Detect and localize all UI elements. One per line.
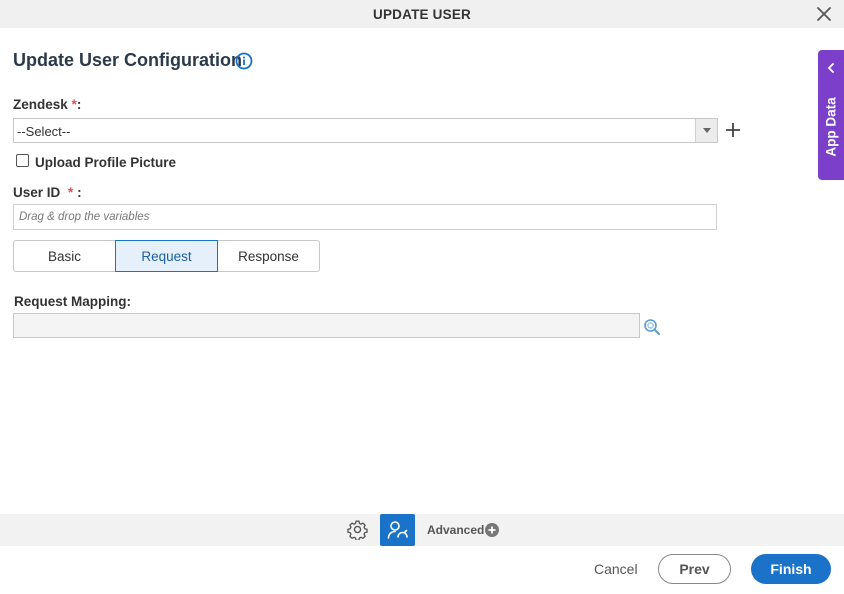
user-settings-button[interactable] [380, 514, 415, 546]
zendesk-label-text: Zendesk [13, 97, 68, 112]
user-id-label-text: User ID [13, 185, 61, 200]
chevron-down-icon[interactable] [695, 119, 717, 142]
request-mapping-field[interactable] [13, 313, 640, 338]
add-connection-plus-icon[interactable] [724, 121, 742, 139]
search-mapping-icon[interactable] [643, 318, 661, 336]
app-data-panel-tab[interactable]: App Data [818, 50, 844, 180]
bottom-toolbar [0, 514, 844, 546]
advanced-toggle[interactable]: Advanced [427, 523, 484, 537]
chevron-left-icon [827, 63, 834, 73]
tab-basic[interactable]: Basic [13, 240, 116, 272]
tab-bar: Basic Request Response [13, 240, 320, 272]
prev-button[interactable]: Prev [658, 554, 731, 584]
gear-icon[interactable] [347, 519, 368, 540]
close-icon[interactable] [816, 6, 832, 22]
info-icon[interactable] [235, 52, 253, 70]
label-colon: : [73, 185, 82, 200]
finish-button[interactable]: Finish [751, 554, 831, 584]
dialog-title-bar: UPDATE USER [0, 0, 844, 28]
cancel-button[interactable]: Cancel [594, 561, 638, 577]
request-mapping-label: Request Mapping: [14, 294, 131, 309]
tab-request[interactable]: Request [115, 240, 218, 272]
user-edit-icon [387, 521, 408, 539]
page-title: Update User Configuration [13, 50, 243, 70]
upload-profile-picture-checkbox[interactable] [16, 154, 29, 167]
zendesk-label: Zendesk *: [13, 97, 81, 112]
user-id-placeholder: Drag & drop the variables [19, 211, 150, 223]
user-id-label: User ID * : [13, 185, 82, 200]
user-id-input[interactable]: Drag & drop the variables [13, 204, 717, 230]
app-data-label: App Data [823, 97, 839, 157]
tab-response[interactable]: Response [217, 240, 320, 272]
advanced-plus-icon[interactable] [485, 523, 499, 537]
upload-profile-picture-label: Upload Profile Picture [35, 155, 177, 170]
zendesk-select[interactable]: --Select-- [13, 118, 718, 143]
label-colon: : [76, 97, 82, 112]
dialog-title: UPDATE USER [373, 7, 471, 22]
zendesk-selected-value: --Select-- [17, 124, 71, 139]
